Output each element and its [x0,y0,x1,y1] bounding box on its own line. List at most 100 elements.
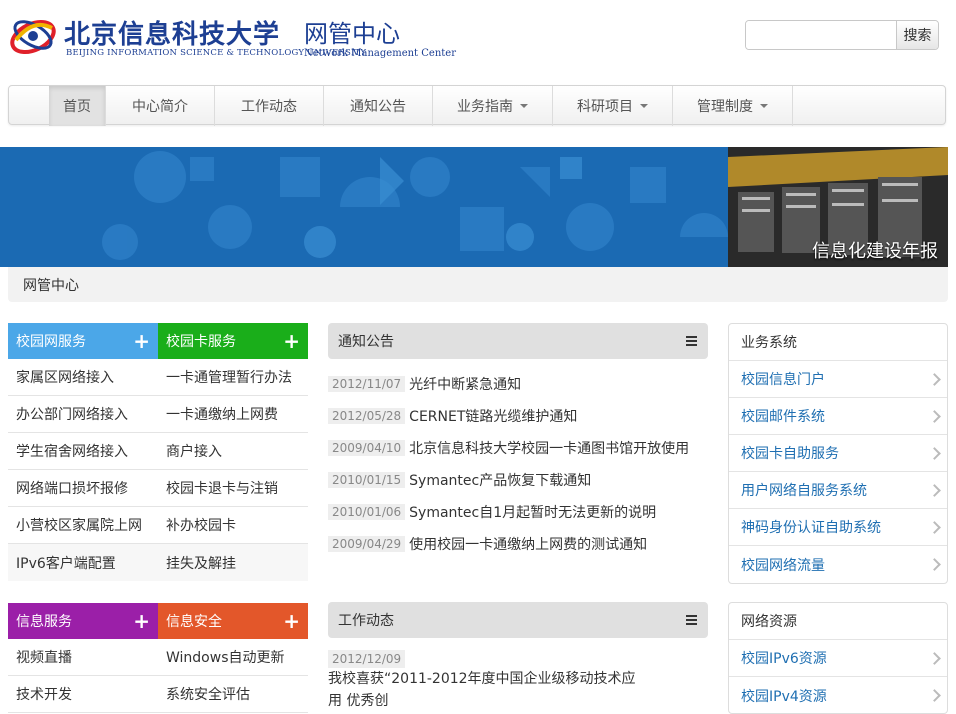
service-link[interactable]: 一卡通缴纳上网费 [158,396,308,433]
notice-title[interactable]: CERNET链路光缆维护通知 [409,406,577,426]
nav-research[interactable]: 科研项目 [553,86,673,126]
notice-title[interactable]: 北京信息科技大学校园一卡通图书馆开放使用 [409,438,689,458]
breadcrumb-item[interactable]: 网管中心 [23,275,79,295]
banner-caption: 信息化建设年报 [812,241,938,262]
plus-icon: + [133,329,150,353]
plus-icon: + [283,329,300,353]
resource-link[interactable]: 校园IPv6资源 [729,640,947,677]
nav-label: 中心简介 [132,99,188,115]
network-resources-panel: 网络资源 校园IPv6资源 校园IPv4资源 [728,602,948,714]
notice-date: 2010/01/15 [328,472,406,488]
section-title: 信息服务 [16,614,72,630]
notice-item[interactable]: 2012/11/07 光纤中断紧急通知 [328,368,708,400]
service-link[interactable]: 网络端口损坏报修 [8,470,158,507]
resource-link-label: 校园IPv6资源 [741,651,827,667]
nav-work-news[interactable]: 工作动态 [215,86,324,126]
system-link-label: 校园网络流量 [741,557,825,574]
nav-label: 工作动态 [241,99,297,115]
resource-link-label: 校园IPv4资源 [741,688,827,705]
nav-label: 业务指南 [457,99,513,115]
work-news-item[interactable]: 2012/12/09 我校喜获“2011-2012年度中国企业级移动技术应 用 … [328,647,708,712]
panel-title: 业务系统 [729,324,947,361]
notice-item[interactable]: 2009/04/29 使用校园一卡通缴纳上网费的测试通知 [328,528,708,560]
system-link[interactable]: 神码身份认证自助系统 [729,509,947,546]
notice-title[interactable]: 使用校园一卡通缴纳上网费的测试通知 [409,534,647,554]
service-link[interactable]: IPv6客户端配置 [8,544,158,581]
notice-item[interactable]: 2012/05/28 CERNET链路光缆维护通知 [328,400,708,432]
service-link[interactable]: 补办校园卡 [158,507,308,544]
notice-item[interactable]: 2009/04/10 北京信息科技大学校园一卡通图书馆开放使用 [328,432,708,464]
info-service-header[interactable]: 信息服务 + [8,603,158,639]
nav-service-guide[interactable]: 业务指南 [433,86,553,126]
chevron-right-icon [928,446,941,460]
university-name-cn: 北京信息科技大学 [64,20,281,50]
service-link[interactable]: 校园卡退卡与注销 [158,470,308,507]
notice-title[interactable]: Symantec产品恢复下载通知 [409,470,591,490]
system-link-label: 校园邮件系统 [741,409,825,425]
service-link[interactable]: 商户接入 [158,433,308,470]
service-link[interactable]: 家属区网络接入 [8,359,158,396]
dept-name-cn: 网管中心 [304,20,400,48]
section-title: 工作动态 [338,613,394,629]
news-title[interactable]: 我校喜获“2011-2012年度中国企业级移动技术应 [328,668,636,690]
nav-regulations[interactable]: 管理制度 [673,86,793,126]
search-input[interactable] [746,21,896,49]
section-title: 通知公告 [338,334,394,350]
service-link[interactable]: 办公部门网络接入 [8,396,158,433]
service-link[interactable]: 视频直播 [8,639,158,676]
system-link[interactable]: 用户网络自服务系统 [729,472,947,509]
nav-label: 管理制度 [697,99,753,115]
notice-date: 2012/11/07 [328,376,406,392]
breadcrumb: 网管中心 [8,267,948,302]
nav-home[interactable]: 首页 [49,86,106,126]
campus-network-service-header[interactable]: 校园网服务 + [8,323,158,359]
info-security-header[interactable]: 信息安全 + [158,603,308,639]
university-emblem-icon [10,19,56,55]
chevron-right-icon [928,372,941,386]
search-button[interactable]: 搜索 [896,21,938,49]
list-menu-icon[interactable] [686,615,697,625]
system-link[interactable]: 校园网络流量 [729,546,947,583]
notices-header[interactable]: 通知公告 [328,323,708,359]
service-link[interactable]: Windows自动更新 [158,639,308,676]
list-menu-icon[interactable] [686,336,697,346]
notice-item[interactable]: 2010/01/06 Symantec自1月起暂时无法更新的说明 [328,496,708,528]
system-link[interactable]: 校园邮件系统 [729,398,947,435]
service-link[interactable]: 学生宿舍网络接入 [8,433,158,470]
notice-date: 2012/05/28 [328,408,406,424]
work-news-header[interactable]: 工作动态 [328,602,708,638]
resource-link[interactable]: 校园IPv4资源 [729,677,947,714]
site-logo[interactable]: 北京信息科技大学 BEIJING INFORMATION SCIENCE & T… [8,8,456,64]
service-link[interactable]: 挂失及解挂 [158,544,308,581]
service-link[interactable]: 小营校区家属院上网 [8,507,158,544]
chevron-right-icon [928,409,941,423]
service-link[interactable]: 一卡通管理暂行办法 [158,359,308,396]
plus-icon: + [283,609,300,633]
chevron-down-icon [640,104,648,108]
banner-pattern [0,147,728,267]
notice-title[interactable]: 光纤中断紧急通知 [409,374,521,394]
plus-icon: + [133,609,150,633]
notice-item[interactable]: 2010/01/15 Symantec产品恢复下载通知 [328,464,708,496]
services-block-1: 校园网服务 + 校园卡服务 + 家属区网络接入 办公部门网络接入 学生宿舍网络接入 … [8,323,308,581]
nav-label: 首页 [63,99,91,115]
news-title-continued[interactable]: 用 优秀创 [328,690,708,712]
chevron-right-icon [928,520,941,534]
service-link[interactable]: 技术开发 [8,676,158,713]
nav-notices[interactable]: 通知公告 [324,86,433,126]
business-systems-panel: 业务系统 校园信息门户 校园邮件系统 校园卡自助服务 用户网络自服务系统 神码身… [728,323,948,584]
system-link[interactable]: 校园信息门户 [729,361,947,398]
campus-card-service-header[interactable]: 校园卡服务 + [158,323,308,359]
notices-section: 通知公告 2012/11/07 光纤中断紧急通知 2012/05/28 CERNET… [328,323,708,560]
notice-title[interactable]: Symantec自1月起暂时无法更新的说明 [409,502,656,522]
chevron-right-icon [928,483,941,497]
chevron-right-icon [928,558,941,571]
system-link-label: 校园信息门户 [741,372,825,388]
chevron-down-icon [760,104,768,108]
system-link[interactable]: 校园卡自助服务 [729,435,947,472]
service-link[interactable]: 系统安全评估 [158,676,308,713]
nav-about[interactable]: 中心简介 [106,86,215,126]
annual-report-banner[interactable]: 信息化建设年报 [728,147,948,267]
notice-date: 2009/04/29 [328,536,406,552]
notice-date: 2010/01/06 [328,504,406,520]
